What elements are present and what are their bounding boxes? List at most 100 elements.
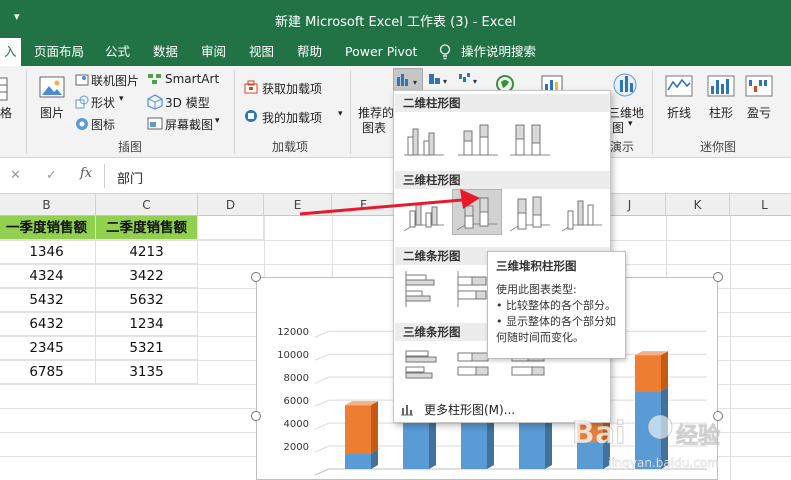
3d-clustered-bar-icon [405,350,437,379]
3d-models-button[interactable]: 3D 模型 [165,94,210,111]
bar-series-2 [345,405,371,454]
tab-view[interactable]: 视图 [249,38,274,66]
smartart-icon [148,74,161,84]
group-addins: 加载项 [272,140,309,154]
svg-text:▾: ▾ [473,77,477,86]
tables-label[interactable]: 格 [0,104,12,121]
y-tick-label: 4000 [284,419,309,430]
3d-column-icon [561,200,602,232]
column-header-b[interactable]: B [0,194,96,216]
pictures-button[interactable]: 图片 [40,104,64,121]
shapes-icon [75,95,89,109]
window-title: 新建 Microsoft Excel 工作表 (3) - Excel [275,15,516,30]
bar-series-1-side [429,415,436,469]
table-icon[interactable] [0,76,8,102]
chart-resize-handle-ml[interactable] [251,411,261,421]
shapes-chevron-icon: ▾ [119,94,124,104]
fx-icon[interactable]: fx [80,166,92,181]
tab-formulas[interactable]: 公式 [105,38,130,66]
header-cell-q2[interactable]: 二季度销售额 [96,216,198,240]
hierarchy-chart-icon[interactable]: ▾ [427,70,453,90]
table-cell[interactable]: 1346 [0,240,96,264]
header-cell-q1[interactable]: 一季度销售额 [0,216,96,240]
bar-series-1 [403,419,429,469]
sparkline-line-button[interactable]: 折线 [667,104,691,121]
screenshot-button[interactable]: 屏幕截图 [165,116,213,133]
tab-help[interactable]: 帮助 [297,38,322,66]
get-addins-button[interactable]: 获取加载项 [262,80,322,97]
tooltip-bullet-1: • 比较整体的各个部分。 [496,299,616,312]
chart-resize-handle-tr[interactable] [713,272,723,282]
column-chart-icon: ▾ [397,74,417,87]
tell-me-search[interactable]: 操作说明搜索 [461,38,536,66]
table-cell[interactable]: 5432 [0,288,96,312]
3d-stacked-column-option[interactable] [452,189,502,235]
column-header-l[interactable]: L [730,194,791,216]
svg-text:经验: 经验 [676,423,720,449]
column-header-e[interactable]: E [264,194,332,216]
3d-clustered-column-option[interactable] [400,191,450,237]
clustered-bar-icon [405,271,435,307]
tab-power-pivot[interactable]: Power Pivot [345,38,417,66]
clustered-bar-option[interactable] [400,267,450,313]
table-cell[interactable]: 6432 [0,312,96,336]
3d-percent-stacked-column-option[interactable] [506,191,556,237]
column-header-f[interactable]: F [332,194,396,216]
tab-insert[interactable]: 入 [0,38,21,66]
y-tick-label: 8000 [284,373,309,384]
table-cell[interactable]: 4324 [0,264,96,288]
cancel-icon[interactable]: ✕ [10,168,21,183]
column-header-d[interactable]: D [198,194,264,216]
screenshot-chevron-icon: ▾ [215,116,220,126]
table-cell[interactable]: 1234 [96,312,198,336]
3d-column-option[interactable] [558,191,608,237]
table-cell[interactable]: 6785 [0,360,96,384]
sparkline-winloss-button[interactable]: 盈亏 [747,104,771,121]
sparkline-winloss-icon[interactable] [745,74,773,100]
online-pictures-button[interactable]: 联机图片 [91,72,139,89]
my-addins-button[interactable]: 我的加载项 [262,109,322,126]
tab-page-layout[interactable]: 页面布局 [34,38,84,66]
svg-text:▾: ▾ [413,78,417,87]
icons-button[interactable]: 图标 [91,116,115,133]
table-cell[interactable]: 4213 [96,240,198,264]
percent-stacked-column-option[interactable] [506,117,556,163]
shapes-button[interactable]: 形状 [91,94,115,111]
table-cell[interactable]: 3422 [96,264,198,288]
3d-clustered-bar-option[interactable] [400,343,450,389]
baidu-jingyan-watermark: Bai 经验 jingyan.baidu.com [572,414,720,470]
enter-icon[interactable]: ✓ [46,168,57,183]
group-illustrations: 插图 [118,140,143,154]
tab-review[interactable]: 审阅 [201,38,226,66]
sparkline-column-button[interactable]: 柱形 [709,104,733,121]
chart-resize-handle-tl[interactable] [251,272,261,282]
column-chart-button-active[interactable]: ▾ [393,68,423,92]
clustered-column-option[interactable] [400,117,450,163]
percent-stacked-column-icon [510,124,550,156]
table-cell[interactable]: 2345 [0,336,96,360]
stacked-column-option[interactable] [454,117,504,163]
icons-icon [76,118,88,130]
more-column-charts-link[interactable]: 更多柱形图(M)... [424,401,515,418]
formula-input[interactable]: 部门 [117,168,143,187]
table-cell[interactable]: 3135 [96,360,198,384]
section-2d-column: 二维柱形图 [395,94,610,112]
sparkline-column-icon[interactable] [707,74,735,100]
column-header-k[interactable]: K [666,194,730,216]
table-cell[interactable]: 5321 [96,336,198,360]
sparkline-line-icon[interactable] [665,74,693,100]
bar-series-2-side [371,401,378,454]
column-header-c[interactable]: C [96,194,198,216]
title-bar: ▾ 新建 Microsoft Excel 工作表 (3) - Excel [0,0,791,38]
excel-window: ▾ 新建 Microsoft Excel 工作表 (3) - Excel 入 页… [0,0,791,480]
cell-d1[interactable] [198,216,264,240]
tab-data[interactable]: 数据 [153,38,178,66]
picture-icon[interactable] [38,74,66,102]
3d-map-icon[interactable] [612,72,638,100]
waterfall-chart-icon[interactable]: ▾ [457,70,483,90]
smartart-button[interactable]: SmartArt [165,72,219,86]
group-sparklines: 迷你图 [700,140,737,154]
bar-series-2-side [661,351,668,392]
tooltip-title: 三维堆积柱形图 [496,259,577,273]
table-cell[interactable]: 5632 [96,288,198,312]
